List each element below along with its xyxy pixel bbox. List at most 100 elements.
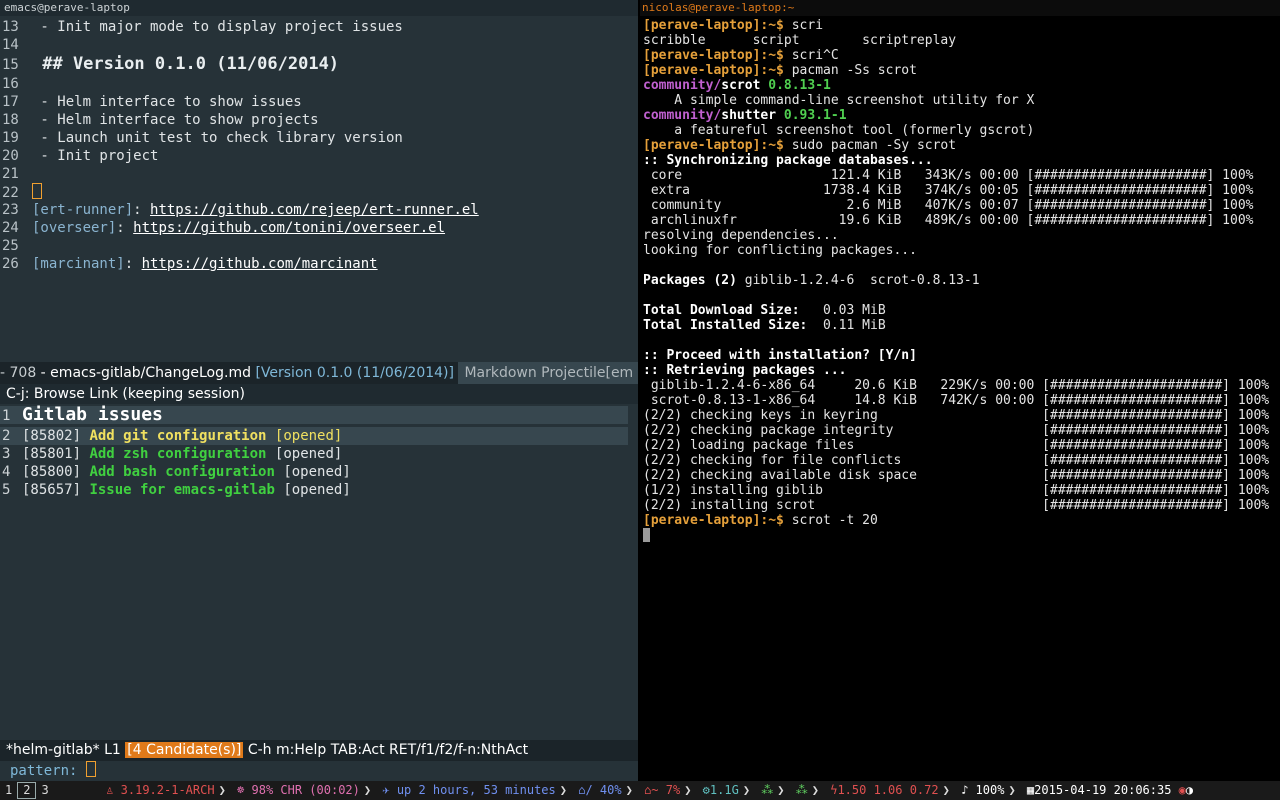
helm-mode-line: *helm-gitlab* L1 [4 Candidate(s)] C-h m:…: [0, 740, 638, 761]
network-up-icon: ⁂: [761, 783, 774, 797]
editor-line: 17 - Helm interface to show issues: [2, 94, 302, 110]
date: 2015-04-19: [1034, 783, 1107, 797]
separator-icon: ❯: [742, 783, 751, 797]
terminal-line: core 121.4 KiB 343K/s 00:00 [###########…: [643, 168, 1254, 183]
terminal-line: (2/2) installing scrot [################…: [643, 498, 1270, 513]
separator-icon: ❯: [625, 783, 633, 797]
link-overseer[interactable]: https://github.com/tonini/overseer.el: [133, 220, 445, 236]
uptime-icon: ✈: [382, 783, 390, 797]
terminal-line: giblib-1.2.4-6-x86_64 20.6 KiB 229K/s 00…: [643, 378, 1270, 393]
swap-usage: ~ 7%: [651, 783, 681, 797]
battery-status: 98% CHR (00:02): [251, 783, 360, 797]
disk-usage: / 40%: [585, 783, 622, 797]
minibuffer-cursor: [85, 761, 96, 777]
terminal-line: :: Proceed with installation? [Y/n]: [643, 348, 917, 363]
workspace-2[interactable]: 2: [17, 782, 37, 799]
terminal-line: extra 1738.4 KiB 374K/s 00:05 [#########…: [643, 183, 1254, 198]
terminal-cursor: [643, 528, 650, 542]
terminal-line: (2/2) checking keys in keyring [########…: [643, 408, 1270, 423]
tray-icon[interactable]: ◑: [1186, 783, 1193, 797]
terminal-line: scribble script scriptreplay: [643, 33, 957, 48]
emacs-window[interactable]: emacs@perave-laptop 13 - Init major mode…: [0, 0, 638, 781]
terminal-line: :: Retrieving packages ...: [643, 363, 847, 378]
editor-line: 19 - Launch unit test to check library v…: [2, 130, 403, 146]
issue-item[interactable]: 2 [85802] Add git configuration [opened]: [0, 427, 628, 445]
kernel-version: 3.19.2-1-ARCH: [120, 783, 215, 797]
editor-line: 20 - Init project: [2, 148, 159, 164]
terminal-line: looking for conflicting packages...: [643, 243, 917, 258]
candidate-count-badge: [4 Candidate(s)]: [125, 742, 244, 758]
memory-usage: 1.1G: [709, 783, 739, 797]
terminal-line: [perave-laptop]:~$ scri^C: [643, 48, 839, 63]
link-ert-runner[interactable]: https://github.com/rejeep/ert-runner.el: [150, 202, 479, 218]
workspace-1[interactable]: 1: [0, 781, 17, 800]
separator-icon: ❯: [218, 783, 226, 797]
terminal-line: :: Synchronizing package databases...: [643, 153, 933, 168]
terminal-output[interactable]: [perave-laptop]:~$ scri scribble script …: [643, 18, 1279, 543]
emacs-title-bar: emacs@perave-laptop: [0, 0, 638, 16]
separator-icon: ❯: [1008, 783, 1016, 797]
mode-line: - 708 - emacs-gitlab/ChangeLog.md [Versi…: [0, 362, 638, 384]
clock: 20:06:35: [1113, 783, 1172, 797]
terminal-line: (2/2) loading package files [###########…: [643, 438, 1270, 453]
editor-line: 18 - Helm interface to show projects: [2, 112, 319, 128]
helm-hint-line: C-j: Browse Link (keeping session): [0, 384, 638, 404]
link-marcinant[interactable]: https://github.com/marcinant: [142, 256, 378, 272]
major-modes: Markdown Projectile[em: [458, 362, 638, 384]
uptime: up 2 hours, 53 minutes: [396, 783, 556, 797]
terminal-line: Packages (2) giblib-1.2.4-6 scrot-0.8.13…: [643, 273, 980, 288]
editor-line: 25: [2, 238, 19, 254]
separator-icon: ❯: [559, 783, 567, 797]
terminal-window[interactable]: nicolas@perave-laptop:~ [perave-laptop]:…: [640, 0, 1280, 781]
kernel-icon: ♙: [106, 783, 114, 797]
terminal-line: resolving dependencies...: [643, 228, 839, 243]
terminal-line: Total Download Size: 0.03 MiB: [643, 303, 886, 318]
editor-cursor: [32, 183, 42, 199]
version-heading: ## Version 0.1.0 (11/06/2014): [32, 54, 340, 74]
terminal-line: [perave-laptop]:~$ scrot -t 20: [643, 513, 878, 528]
separator-icon: ❯: [684, 783, 692, 797]
issue-item[interactable]: 5 [85657] Issue for emacs-gitlab [opened]: [0, 481, 351, 499]
helm-source-header: 1 Gitlab issues: [0, 406, 628, 424]
terminal-line: (1/2) installing giblib [###############…: [643, 483, 1270, 498]
terminal-line: [perave-laptop]:~$ pacman -Ss scrot: [643, 63, 917, 78]
editor-line: 15 ## Version 0.1.0 (11/06/2014): [2, 54, 340, 74]
volume-icon: ♪: [961, 783, 969, 797]
terminal-line: a featureful screenshot tool (formerly g…: [643, 123, 1035, 138]
memory-icon: ⚙: [702, 783, 710, 797]
editor-buffer[interactable]: 13 - Init major mode to display project …: [0, 18, 638, 362]
terminal-line: community 2.6 MiB 407K/s 00:07 [########…: [643, 198, 1254, 213]
separator-icon: ❯: [777, 783, 785, 797]
terminal-line: [perave-laptop]:~$ sudo pacman -Sy scrot: [643, 138, 957, 153]
terminal-line: archlinuxfr 19.6 KiB 489K/s 00:00 [#####…: [643, 213, 1254, 228]
terminal-line: scrot-0.8.13-1-x86_64 14.8 KiB 742K/s 00…: [643, 393, 1270, 408]
terminal-line: (2/2) checking available disk space [###…: [643, 468, 1270, 483]
editor-line: 22: [0, 183, 42, 201]
editor-line: 26 [marcinant]: https://github.com/marcin…: [2, 256, 378, 272]
separator-icon: ❯: [811, 783, 819, 797]
issue-item[interactable]: 3 [85801] Add zsh configuration [opened]: [0, 445, 342, 463]
terminal-line: [perave-laptop]:~$ scri: [643, 18, 824, 33]
terminal-line: [643, 528, 1279, 543]
terminal-line: (2/2) checking for file conflicts [#####…: [643, 453, 1270, 468]
terminal-title-bar: nicolas@perave-laptop:~: [640, 0, 1280, 16]
terminal-line: (2/2) checking package integrity [######…: [643, 423, 1270, 438]
separator-icon: ❯: [942, 783, 950, 797]
buffer-file-name: - emacs-gitlab/ChangeLog.md: [36, 365, 251, 381]
editor-line: 13 - Init major mode to display project …: [2, 19, 403, 35]
chrome-tray-icon[interactable]: ◉: [1179, 783, 1186, 797]
battery-icon: ☸: [237, 783, 245, 797]
issue-item[interactable]: 4 [85800] Add bash configuration [opened]: [0, 463, 351, 481]
helm-candidates[interactable]: 1 Gitlab issues 2 [85802] Add git configur…: [0, 404, 638, 740]
volume-level: 100%: [975, 783, 1005, 797]
load-average: 1.50 1.06 0.72: [837, 783, 939, 797]
terminal-line: community/scrot 0.8.13-1: [643, 78, 831, 93]
helm-pattern-input[interactable]: pattern:: [0, 761, 638, 781]
terminal-line: Total Installed Size: 0.11 MiB: [643, 318, 886, 333]
network-down-icon: ⁂: [795, 783, 808, 797]
status-bar: 123 ♙ 3.19.2-1-ARCH ❯ ☸ 98% CHR (00:02) ❯ …: [0, 781, 1280, 800]
workspace-3[interactable]: 3: [36, 781, 53, 800]
